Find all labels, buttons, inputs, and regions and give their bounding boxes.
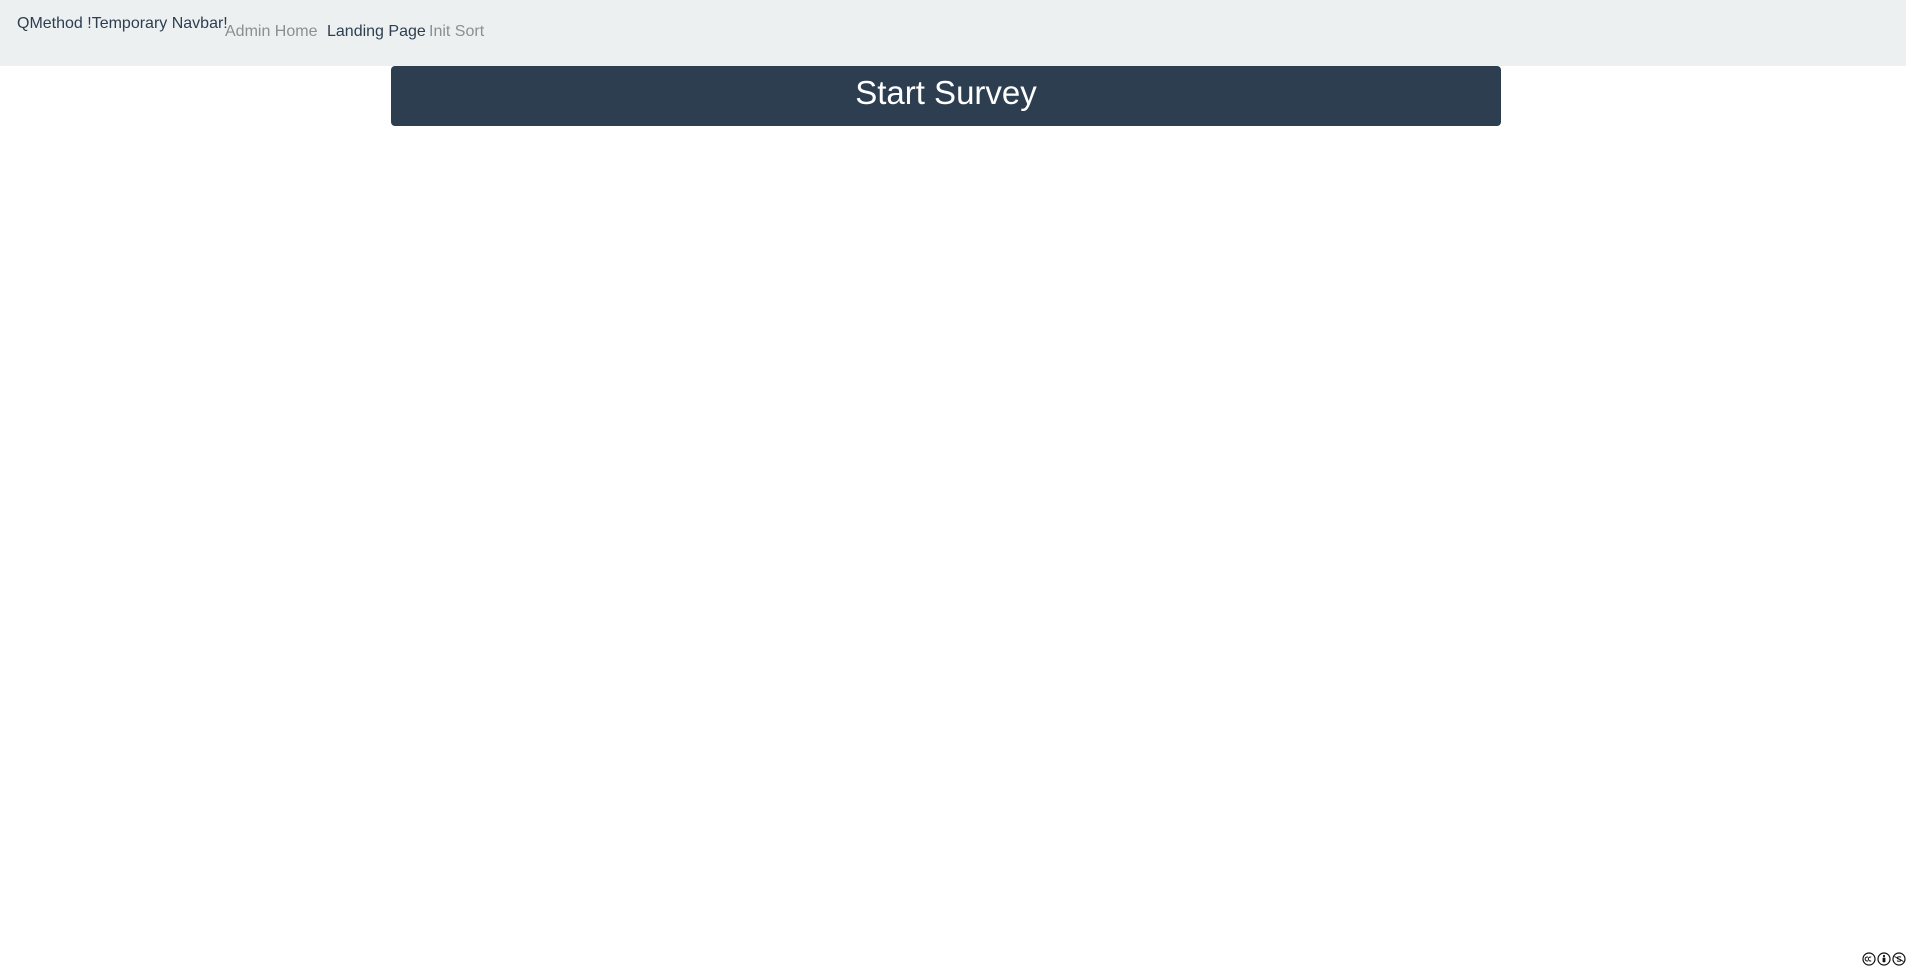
navbar-brand[interactable]: QMethod !Temporary Navbar! — [17, 14, 228, 34]
top-navbar: QMethod !Temporary Navbar! Admin Home La… — [0, 0, 1906, 66]
start-survey-button[interactable]: Start Survey — [391, 66, 1501, 126]
nav-link-landing-page[interactable]: Landing Page — [327, 22, 426, 42]
nav-link-init-sort[interactable]: Init Sort — [429, 22, 484, 42]
nc-icon — [1892, 952, 1906, 966]
start-survey-label: Start Survey — [855, 74, 1037, 111]
license-badge[interactable] — [1862, 952, 1906, 966]
nav-link-admin-home[interactable]: Admin Home — [225, 22, 317, 42]
cc-icon — [1862, 952, 1876, 966]
by-icon — [1877, 952, 1891, 966]
